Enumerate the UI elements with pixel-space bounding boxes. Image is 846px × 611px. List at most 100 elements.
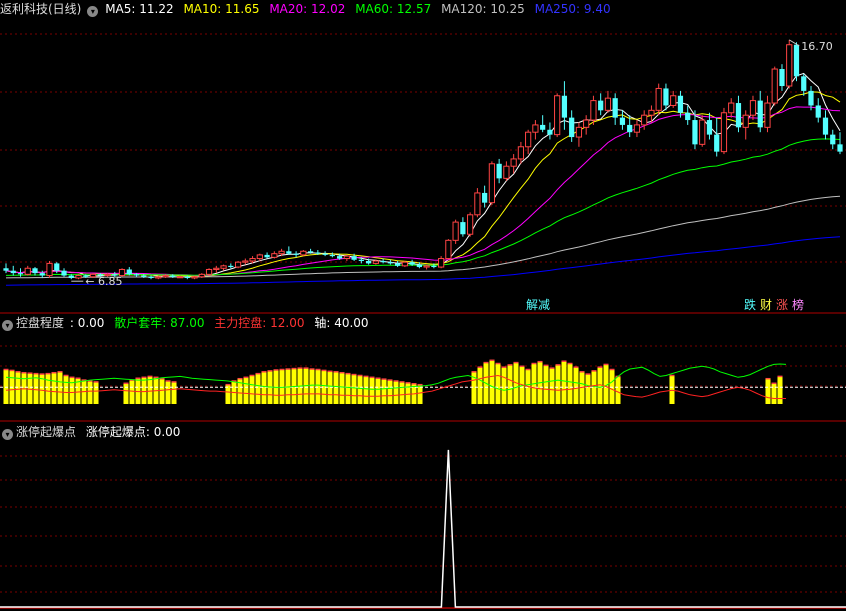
candle-body — [365, 260, 372, 264]
high-label: 16.70 — [801, 40, 833, 53]
candle-body — [801, 76, 807, 91]
control-bar — [255, 373, 261, 404]
candle-body — [205, 268, 213, 275]
candle-body — [176, 276, 184, 279]
control-bar — [279, 369, 285, 404]
candle-body — [488, 163, 496, 204]
candle-body — [3, 268, 9, 271]
candle-body — [503, 165, 510, 179]
control-bar — [501, 367, 507, 404]
candle-body — [604, 97, 612, 111]
ma10-legend: MA10: 11.65 — [183, 2, 260, 16]
control-bar — [57, 371, 63, 404]
candle-body — [133, 274, 140, 276]
low-label: ← 6.85 — [85, 275, 122, 288]
candle-body — [460, 222, 466, 235]
candle-body — [749, 100, 757, 116]
control-bar — [171, 381, 177, 404]
candle-body — [590, 100, 597, 121]
control-bar — [129, 380, 135, 404]
control-bar — [609, 369, 615, 404]
control-bar — [45, 373, 51, 404]
event-tag-2a[interactable]: 跌 — [743, 298, 757, 312]
candle-body — [467, 214, 474, 235]
event-tag-2d[interactable]: 榜 — [791, 298, 805, 312]
candle-body — [409, 262, 415, 265]
control-bar — [93, 381, 99, 404]
candle-body — [438, 258, 445, 268]
candle-body — [670, 95, 677, 106]
control-bar — [543, 365, 549, 404]
candle-body — [779, 69, 785, 87]
chevron-down-icon[interactable]: ▾ — [87, 6, 99, 17]
ma60-legend: MA60: 12.57 — [355, 2, 432, 16]
candle-body — [213, 267, 220, 270]
candle-body — [540, 124, 546, 130]
event-tag-2b[interactable]: 财 — [759, 298, 773, 312]
ma250-line — [5, 236, 841, 286]
candle-body — [735, 103, 742, 128]
candle-body — [445, 239, 452, 260]
candle-body — [184, 276, 190, 278]
candle-body — [815, 105, 821, 118]
candle-body — [198, 273, 205, 278]
candle-body — [191, 276, 198, 279]
candle-body — [286, 251, 292, 254]
candle-body — [220, 265, 227, 269]
candle-body — [677, 95, 684, 113]
event-tag-2c[interactable]: 涨 — [775, 298, 789, 312]
control-bar — [345, 373, 351, 404]
ma120-legend: MA120: 10.25 — [441, 2, 525, 16]
candle-body — [162, 275, 169, 278]
candle-body — [612, 98, 618, 118]
event-tag-1[interactable]: 解减 — [525, 298, 551, 312]
control-bar — [165, 381, 171, 404]
candle-body — [517, 146, 525, 160]
candle-body — [148, 276, 154, 278]
candle-body — [583, 119, 590, 128]
chart-canvas: 16.70 ← 6.85 — [0, 33, 846, 609]
control-bar — [561, 361, 567, 404]
candle-body — [532, 124, 539, 133]
candle-body — [10, 270, 16, 274]
candle-body — [54, 263, 60, 271]
candle-body — [692, 120, 698, 145]
candle-body — [786, 44, 793, 87]
candle-body — [256, 254, 263, 260]
control-legend: ▾ 控盘程度 : 0.00 散户套牢: 87.00 主力控盘: 12.00 轴: … — [0, 315, 375, 331]
candle-body — [771, 68, 778, 104]
candle-body — [170, 275, 176, 277]
candle-body — [808, 90, 814, 106]
candle-body — [387, 262, 393, 264]
candle-body — [598, 100, 604, 111]
candle-body — [742, 114, 749, 128]
control-bar — [339, 372, 345, 404]
control-bar — [315, 369, 321, 404]
control-bar — [549, 368, 555, 404]
candle-body — [141, 275, 147, 277]
chevron-down-icon[interactable]: ▾ — [2, 429, 13, 440]
control-bar — [375, 378, 381, 404]
candle-body — [249, 258, 256, 262]
candle-body — [547, 129, 553, 135]
control-bar — [399, 381, 405, 404]
candle-body — [315, 252, 321, 254]
candle-body — [228, 265, 234, 268]
candle-body — [380, 260, 386, 263]
control-bar — [69, 377, 75, 404]
control-bar — [87, 381, 93, 404]
candle-body — [336, 256, 343, 259]
chevron-down-icon[interactable]: ▾ — [2, 320, 13, 331]
main-force-legend: 主力控盘: 12.00 — [214, 316, 305, 330]
control-bar — [363, 376, 369, 404]
candle-body — [685, 112, 691, 121]
control-bar — [567, 363, 573, 404]
candle-body — [372, 260, 379, 264]
candle-body — [278, 250, 285, 255]
candle-body — [264, 254, 270, 258]
candle-body — [482, 192, 488, 203]
candle-body — [728, 102, 735, 114]
candle-body — [619, 117, 626, 125]
candle-body — [706, 120, 713, 135]
control-bar — [249, 375, 255, 404]
